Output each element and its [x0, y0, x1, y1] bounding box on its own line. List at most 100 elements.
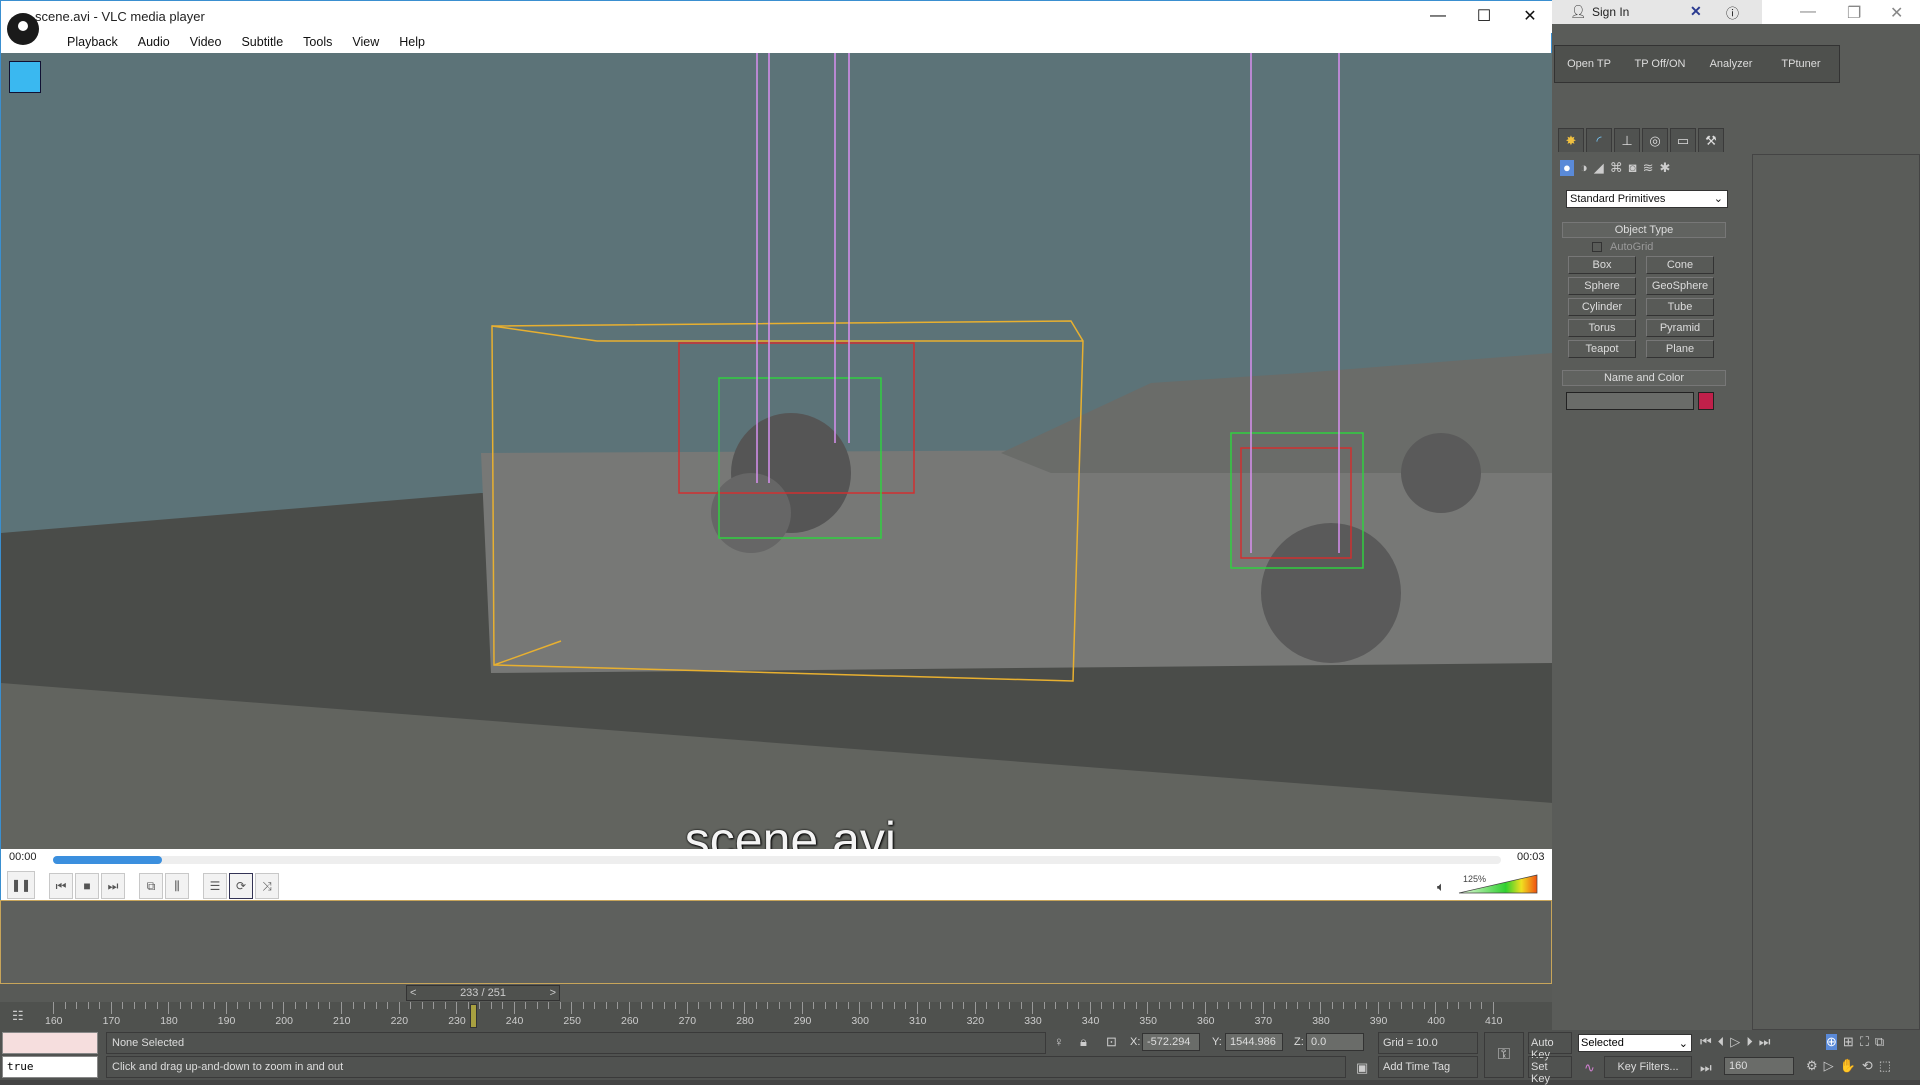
seek-bar[interactable] [53, 856, 1501, 864]
x-coordinate-field[interactable]: -572.294 [1142, 1033, 1200, 1051]
cameras-icon[interactable]: ⌘ [1610, 160, 1623, 176]
shapes-icon[interactable]: ◑ [1580, 160, 1588, 176]
create-tab-icon[interactable]: ✸ [1558, 128, 1584, 152]
name-color-header[interactable]: Name and Color [1562, 370, 1726, 386]
tptuner-button[interactable]: TPtuner [1765, 58, 1837, 70]
play-icon[interactable]: ▷ [1730, 1034, 1740, 1050]
loop-button[interactable]: ⟳ [229, 873, 253, 899]
key-filters-button[interactable]: Key Filters... [1604, 1056, 1692, 1078]
zoom-extents-all-icon[interactable]: ⧉ [1875, 1034, 1884, 1050]
maximize-button[interactable]: ☐ [1461, 1, 1507, 31]
menu-subtitle[interactable]: Subtitle [231, 33, 293, 53]
pan-icon[interactable]: ✋ [1840, 1058, 1856, 1074]
maxscript-listener-output[interactable] [2, 1032, 98, 1054]
tp-off-on-button[interactable]: TP Off/ON [1623, 58, 1697, 70]
pause-button[interactable]: ❚❚ [7, 871, 35, 899]
playlist-button[interactable]: ☰ [203, 873, 227, 899]
absolute-mode-icon[interactable]: ⊡ [1106, 1034, 1117, 1050]
create-sphere-button[interactable]: Sphere [1568, 277, 1636, 295]
volume-slider[interactable] [1457, 873, 1539, 895]
current-frame-field[interactable]: 160 [1724, 1057, 1794, 1075]
analyzer-button[interactable]: Analyzer [1697, 58, 1765, 70]
go-to-end-icon[interactable]: ⏭ [1759, 1034, 1771, 1050]
time-tag-icon[interactable]: ▣ [1356, 1060, 1368, 1076]
time-config-icon[interactable]: ⚙ [1806, 1058, 1818, 1074]
create-plane-button[interactable]: Plane [1646, 340, 1714, 358]
z-coordinate-field[interactable]: 0.0 [1306, 1033, 1364, 1051]
zoom-icon[interactable]: ⊕ [1826, 1034, 1837, 1050]
auto-key-button[interactable]: Auto Key [1528, 1032, 1572, 1061]
shuffle-button[interactable]: ⤨ [255, 873, 279, 899]
stop-button[interactable]: ■ [75, 873, 99, 899]
lights-icon[interactable]: ◢ [1594, 160, 1604, 176]
create-torus-button[interactable]: Torus [1568, 319, 1636, 337]
menu-help[interactable]: Help [389, 33, 435, 53]
object-type-header[interactable]: Object Type [1562, 222, 1726, 238]
time-slider-prev[interactable]: < [410, 987, 416, 999]
create-pyramid-button[interactable]: Pyramid [1646, 319, 1714, 337]
utilities-tab-icon[interactable]: ⚒ [1698, 128, 1724, 152]
time-slider[interactable]: < 233 / 251 > [406, 985, 560, 1001]
add-time-tag-button[interactable]: Add Time Tag [1378, 1056, 1478, 1078]
menu-playback[interactable]: Playback [57, 33, 128, 53]
object-color-swatch[interactable] [1698, 392, 1714, 410]
previous-frame-icon[interactable]: ⏴ [1718, 1034, 1725, 1050]
close-button[interactable]: ✕ [1507, 1, 1553, 31]
help-icon[interactable]: ⓘ [1726, 3, 1739, 22]
motion-tab-icon[interactable]: ◎ [1642, 128, 1668, 152]
set-key-button[interactable]: Set Key [1528, 1056, 1572, 1085]
open-tp-button[interactable]: Open TP [1555, 58, 1623, 70]
orbit-icon[interactable]: ⟲ [1862, 1058, 1873, 1074]
hierarchy-tab-icon[interactable]: ⊥ [1614, 128, 1640, 152]
menu-view[interactable]: View [342, 33, 389, 53]
zoom-all-icon[interactable]: ⊞ [1843, 1034, 1854, 1050]
previous-button[interactable]: ⏮ [49, 873, 73, 899]
menu-tools[interactable]: Tools [293, 33, 342, 53]
create-geosphere-button[interactable]: GeoSphere [1646, 277, 1714, 295]
exchange-icon[interactable]: ✕ [1690, 3, 1702, 20]
max-restore-button[interactable]: ❐ [1847, 3, 1861, 23]
speaker-icon[interactable]: 🔈︎ [1437, 879, 1445, 895]
fov-icon[interactable]: ▷ [1824, 1058, 1834, 1074]
set-key-button-key-icon[interactable]: ⚿ [1484, 1032, 1524, 1078]
sign-in-link[interactable]: Sign In [1592, 5, 1629, 19]
extended-settings-button[interactable]: ⫼ [165, 873, 189, 899]
key-mode-toggle-icon[interactable]: ⏭ [1700, 1060, 1712, 1076]
systems-icon[interactable]: ✱ [1659, 160, 1670, 176]
time-slider-track[interactable]: < 233 / 251 > [0, 984, 1552, 1002]
y-coordinate-field[interactable]: 1544.986 [1225, 1033, 1283, 1051]
create-teapot-button[interactable]: Teapot [1568, 340, 1636, 358]
tangent-icon[interactable]: ∿ [1584, 1060, 1595, 1076]
track-bar[interactable]: ☷ 160 170 180 190 200 210 220 230 240 250 260 270 28… [0, 1002, 1552, 1030]
current-frame-indicator[interactable] [470, 1004, 478, 1028]
autogrid-checkbox-row[interactable]: AutoGrid [1562, 238, 1726, 256]
video-area[interactable]: _scene.avi [1, 53, 1553, 849]
create-box-button[interactable]: Box [1568, 256, 1636, 274]
time-slider-next[interactable]: > [550, 987, 556, 999]
viewport-bottom[interactable] [0, 900, 1552, 984]
maximize-viewport-icon[interactable]: ⬚ [1879, 1058, 1891, 1074]
maxscript-input[interactable]: true [2, 1056, 98, 1078]
geometry-icon[interactable]: ● [1560, 160, 1574, 176]
helpers-icon[interactable]: ◙ [1629, 160, 1637, 176]
max-close-button[interactable]: ✕ [1890, 3, 1903, 23]
zoom-extents-icon[interactable]: ⛶ [1860, 1034, 1869, 1050]
fullscreen-button[interactable]: ⧉ [139, 873, 163, 899]
create-cylinder-button[interactable]: Cylinder [1568, 298, 1636, 316]
menu-video[interactable]: Video [180, 33, 232, 53]
menu-audio[interactable]: Audio [128, 33, 180, 53]
create-cone-button[interactable]: Cone [1646, 256, 1714, 274]
autogrid-checkbox[interactable] [1592, 242, 1602, 252]
object-name-input[interactable] [1566, 392, 1694, 410]
category-dropdown[interactable]: Standard Primitives ⌄ [1566, 190, 1728, 208]
lock-icon[interactable]: 🔒︎ [1080, 1034, 1087, 1050]
display-tab-icon[interactable]: ▭ [1670, 128, 1696, 152]
space-warps-icon[interactable]: ≋ [1643, 160, 1654, 176]
go-to-start-icon[interactable]: ⏮ [1700, 1034, 1712, 1050]
create-tube-button[interactable]: Tube [1646, 298, 1714, 316]
next-button[interactable]: ⏭ [101, 873, 125, 899]
isolate-icon[interactable]: ♀ [1054, 1034, 1064, 1049]
modify-tab-icon[interactable]: ◜ [1586, 128, 1612, 152]
max-minimize-button[interactable]: — [1800, 3, 1816, 21]
key-mode-dropdown[interactable]: Selected ⌄ [1578, 1034, 1692, 1052]
